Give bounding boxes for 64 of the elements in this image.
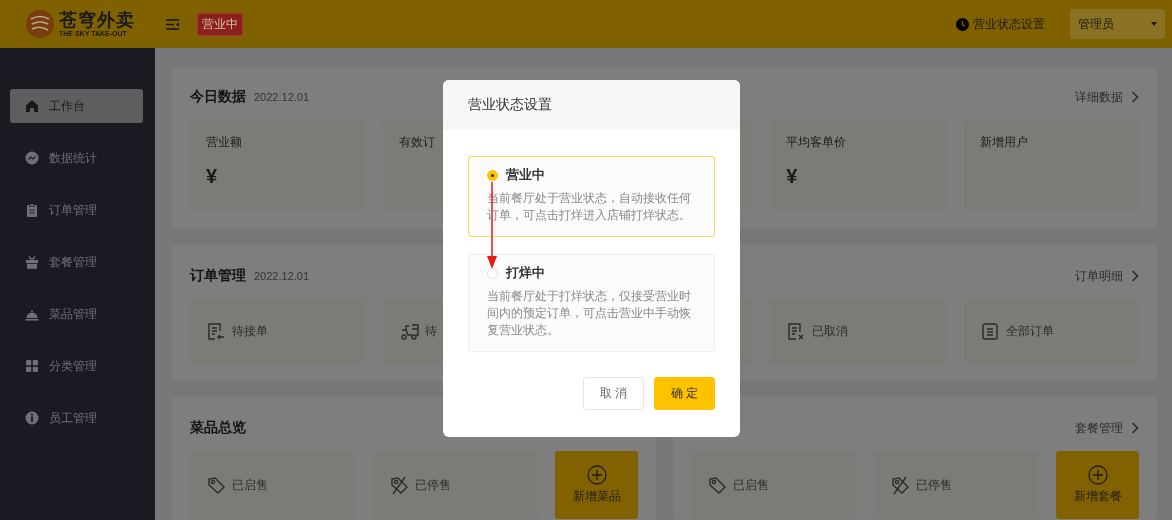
sale-status-card[interactable]: 已停售 xyxy=(372,451,537,519)
gift-icon xyxy=(25,255,39,269)
stat-label: 新增用户 xyxy=(979,134,1029,151)
status-badge: 营业中 xyxy=(197,12,243,36)
option-label: 打烊中 xyxy=(506,264,545,282)
scooter-icon xyxy=(400,322,420,341)
tag-icon xyxy=(708,475,727,495)
section-link[interactable]: 订单明细 xyxy=(1075,267,1139,285)
stat-label: 有效订 xyxy=(399,134,437,151)
sale-status-card[interactable]: 已启售 xyxy=(691,451,856,519)
sale-status-card[interactable]: 已启售 xyxy=(190,451,355,519)
chart-icon xyxy=(25,151,39,165)
logo-title: 苍穹外卖 xyxy=(59,10,135,30)
stat-label: 平均客单价 xyxy=(786,134,848,151)
option-description: 当前餐厅处于打烊状态，仅接受营业时间内的预定订单，可点击营业中手动恢复营业状态。 xyxy=(487,288,692,339)
chevron-right-icon xyxy=(1131,91,1139,103)
home-icon xyxy=(25,99,39,113)
order-status-card[interactable]: 全部订单 xyxy=(963,299,1139,364)
document-icon xyxy=(207,322,226,341)
section-link[interactable]: 详细数据 xyxy=(1075,88,1139,106)
radio-button[interactable] xyxy=(487,267,498,279)
clipboard-icon xyxy=(25,203,39,217)
add-button[interactable]: 新增菜品 xyxy=(555,451,638,519)
plus-icon xyxy=(1087,465,1108,485)
tag-icon xyxy=(890,475,910,495)
section-title: 今日数据 xyxy=(190,88,246,106)
option-label: 营业中 xyxy=(506,166,545,184)
order-status-card[interactable]: 已取消 xyxy=(770,299,946,364)
stat-value: ¥ xyxy=(206,165,219,188)
plus-icon xyxy=(586,465,607,485)
section-date: 2022.12.01 xyxy=(254,91,310,103)
info-icon xyxy=(25,411,39,425)
sidebar-item[interactable]: 套餐管理 xyxy=(10,245,143,279)
section-date: 2022.12.01 xyxy=(254,270,310,282)
confirm-button[interactable]: 确 定 xyxy=(654,377,715,410)
status-setting-link[interactable]: 营业状态设置 xyxy=(956,15,1045,33)
tag-icon xyxy=(389,475,409,495)
clock-icon xyxy=(956,17,969,31)
dialog-title: 营业状态设置 xyxy=(443,80,740,130)
chevron-right-icon xyxy=(1131,270,1139,282)
sidebar-item[interactable]: 菜品管理 xyxy=(10,297,143,331)
sidebar-item[interactable]: 分类管理 xyxy=(10,349,143,383)
stat-value: ¥ xyxy=(786,165,799,188)
section-title: 订单管理 xyxy=(190,267,246,285)
sale-status-card[interactable]: 已停售 xyxy=(873,451,1038,519)
stat-label: 营业额 xyxy=(206,134,243,151)
logo-icon xyxy=(25,9,55,39)
order-status-card[interactable]: 待接单 xyxy=(190,299,366,364)
user-dropdown[interactable]: 管理员 xyxy=(1070,9,1165,39)
menu-icon[interactable] xyxy=(166,18,179,30)
radio-button[interactable] xyxy=(487,169,498,181)
chevron-right-icon xyxy=(1131,422,1139,434)
sidebar-item[interactable]: 员工管理 xyxy=(10,401,143,435)
section-link[interactable]: 套餐管理 xyxy=(1075,419,1139,437)
section-title: 菜品总览 xyxy=(190,419,246,437)
tag-icon xyxy=(207,475,226,495)
add-button[interactable]: 新增套餐 xyxy=(1056,451,1139,519)
list-icon xyxy=(980,322,1000,341)
sidebar-item[interactable]: 订单管理 xyxy=(10,193,143,227)
sidebar-item[interactable]: 数据统计 xyxy=(10,141,143,175)
sidebar-item[interactable]: 工作台 xyxy=(10,89,143,123)
cancel-button[interactable]: 取 消 xyxy=(583,377,644,410)
grid-icon xyxy=(25,359,39,373)
status-option[interactable]: 打烊中 当前餐厅处于打烊状态，仅接受营业时间内的预定订单，可点击营业中手动恢复营业状态。 xyxy=(468,254,715,352)
